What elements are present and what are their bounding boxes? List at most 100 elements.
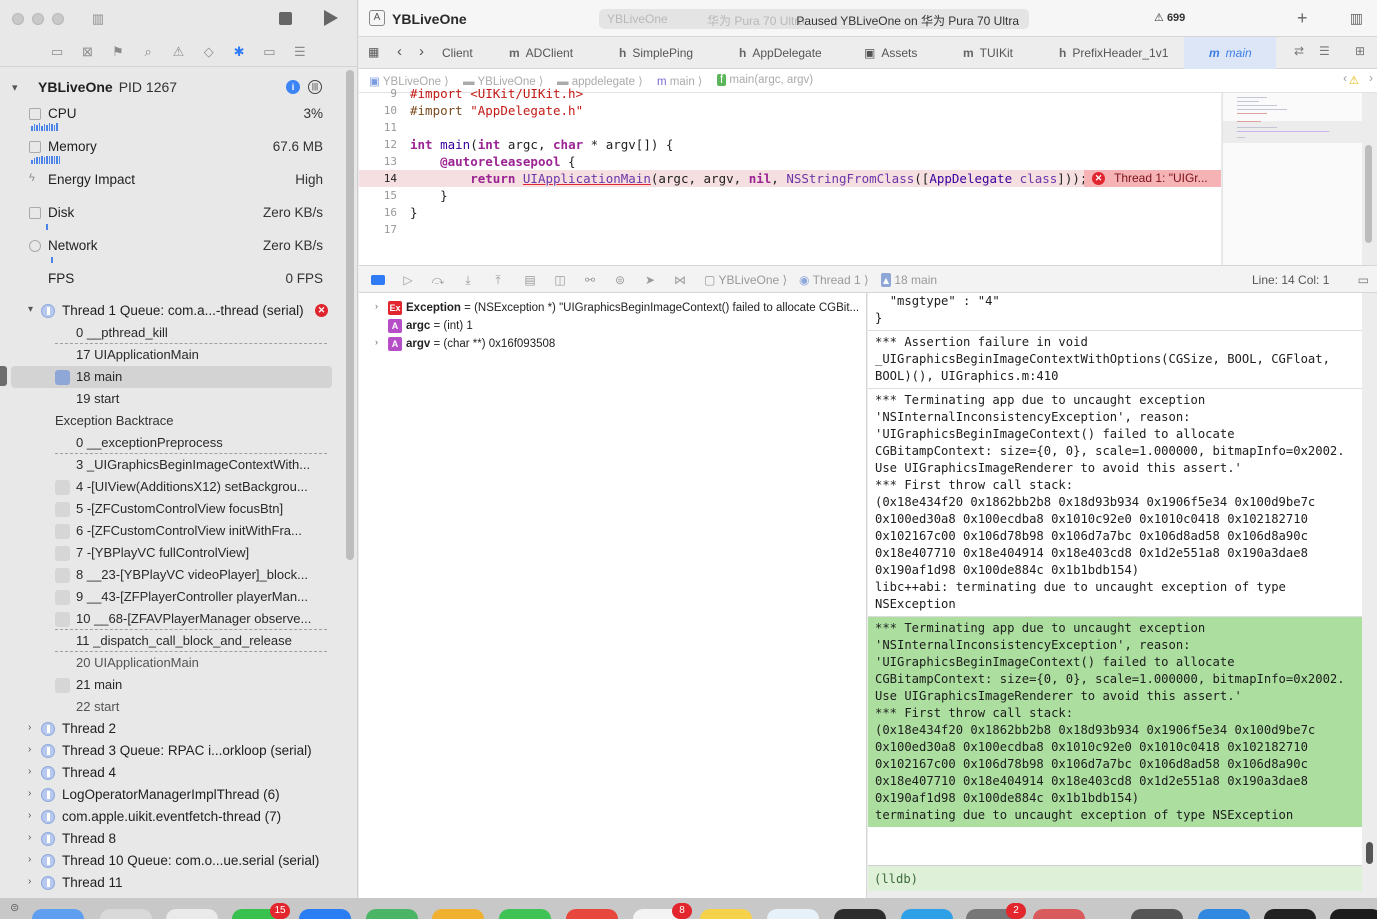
editor-options-icon[interactable]: ☰ xyxy=(1319,44,1330,58)
terminal-dock-icon[interactable] xyxy=(834,909,886,919)
console-output[interactable]: "msgtype" : "4" } *** Assertion failure … xyxy=(868,293,1362,865)
tab-prefixheader[interactable]: h PrefixHeader_1v1 xyxy=(1059,46,1168,60)
stack-frame-selected[interactable]: 18 main xyxy=(0,366,344,388)
app-dock-icon[interactable] xyxy=(1330,909,1377,919)
thread-row-1[interactable]: ▾ Thread 1 Queue: com.a...-thread (seria… xyxy=(0,300,344,322)
continue-icon[interactable]: ▷ xyxy=(401,273,415,287)
thread-row[interactable]: › LogOperatorManagerImplThread (6) xyxy=(0,784,344,806)
thread-row[interactable]: › Thread 10 Queue: com.o...ue.serial (ser… xyxy=(0,850,344,872)
mail-dock-icon[interactable] xyxy=(299,909,351,919)
disclosure-open-icon[interactable]: ▾ xyxy=(12,81,24,94)
scheme-device[interactable]: 华为 Pura 70 Ultra xyxy=(707,12,805,29)
minimap[interactable] xyxy=(1222,93,1362,265)
debug-crumb-thread[interactable]: ◉ Thread 1 ⟩ xyxy=(799,273,869,287)
stack-frame[interactable]: 11 _dispatch_call_block_and_release xyxy=(0,630,344,652)
zoom-window-button[interactable] xyxy=(52,12,64,25)
disclosure-closed-icon[interactable]: › xyxy=(28,722,31,733)
thread-row[interactable]: › Thread 8 xyxy=(0,828,344,850)
process-row[interactable]: ▾ YBLiveOne PID 1267 i ||| xyxy=(0,72,344,102)
step-into-icon[interactable]: ⤓ xyxy=(461,273,475,287)
tab-adclient[interactable]: m ADClient xyxy=(509,46,573,60)
tab-appdelegate[interactable]: h AppDelegate xyxy=(739,46,822,60)
breakpoints-toggle-icon[interactable] xyxy=(371,275,385,285)
step-out-icon[interactable]: ⤒ xyxy=(491,273,505,287)
finder-dock-icon[interactable] xyxy=(32,909,84,919)
error-annotation[interactable]: ✕ Thread 1: "UIGr... xyxy=(1084,170,1221,187)
issue-warning-icon[interactable]: ⚠ xyxy=(170,44,186,60)
freeform-dock-icon[interactable] xyxy=(767,909,819,919)
stack-frame[interactable]: 19 start xyxy=(0,388,344,410)
stack-frame[interactable]: 20 UIApplicationMain xyxy=(0,652,344,674)
maps-dock-icon[interactable] xyxy=(366,909,418,919)
split-editor-icon[interactable]: ⊞ xyxy=(1355,44,1365,58)
info-icon[interactable]: i xyxy=(286,80,300,94)
run-button[interactable] xyxy=(324,10,338,26)
disclosure-closed-icon[interactable]: › xyxy=(28,766,31,777)
warning-count[interactable]: ⚠ 699 xyxy=(1154,11,1185,24)
process-options-icon[interactable]: ||| xyxy=(308,80,322,94)
source-editor[interactable]: 9 #import <UIKit/UIKit.h> 10 #import "AppD… xyxy=(359,86,1221,265)
instruments-icon[interactable]: ⋈ xyxy=(673,273,687,287)
disclosure-closed-icon[interactable]: › xyxy=(28,832,31,843)
stack-frame[interactable]: 22 start xyxy=(0,696,344,718)
thread-row[interactable]: › Thread 2 xyxy=(0,718,344,740)
disclosure-closed-icon[interactable]: › xyxy=(28,876,31,887)
issue-warning-icon[interactable]: ⚠ xyxy=(1349,73,1359,87)
filter-icon[interactable]: ⊜ xyxy=(10,901,19,914)
inspector-toggle-icon[interactable]: ▥ xyxy=(1350,10,1363,27)
test-diamond-icon[interactable]: ◇ xyxy=(201,44,217,60)
safari-dock-icon[interactable] xyxy=(166,909,218,919)
disclosure-closed-icon[interactable]: › xyxy=(28,810,31,821)
stack-frame[interactable]: 0 __pthread_kill xyxy=(0,322,344,344)
source-control-icon[interactable]: ⊠ xyxy=(79,44,95,60)
forward-icon[interactable]: › xyxy=(419,43,424,60)
grid-icon[interactable]: ▦ xyxy=(368,45,379,59)
location-arrow-icon[interactable]: ➤ xyxy=(643,273,657,287)
tab-simpleping[interactable]: h SimplePing xyxy=(619,46,693,60)
step-over-icon[interactable]: ⤼ xyxy=(431,273,445,287)
environment-overrides-icon[interactable]: ⚯ xyxy=(583,273,597,287)
editor-scrollbar[interactable] xyxy=(1365,145,1372,243)
bookmark-icon[interactable]: ⚑ xyxy=(110,44,126,60)
disclosure-closed-icon[interactable]: › xyxy=(28,854,31,865)
hide-debug-area-icon[interactable]: ▭ xyxy=(1358,273,1369,287)
avatar-dock-icon[interactable] xyxy=(1131,909,1183,919)
stack-frame[interactable]: 5 -[ZFCustomControlView focusBtn] xyxy=(0,498,344,520)
close-window-button[interactable] xyxy=(12,12,24,25)
variables-view[interactable]: › Ex Exception = (NSException *) "UIGrap… xyxy=(359,293,867,898)
app-dock-icon[interactable] xyxy=(1264,909,1316,919)
stack-frame[interactable]: 17 UIApplicationMain xyxy=(0,344,344,366)
stack-frame[interactable]: 8 __23-[YBPlayVC videoPlayer]_block... xyxy=(0,564,344,586)
gauge-cpu[interactable]: CPU 3% xyxy=(0,102,344,135)
issue-nav-prev-icon[interactable]: ‹ xyxy=(1343,73,1347,85)
facetime-dock-icon[interactable] xyxy=(499,909,551,919)
tab-assets[interactable]: ▣ Assets xyxy=(864,46,917,60)
lldb-prompt-input[interactable]: (lldb) xyxy=(868,865,1362,891)
search-icon[interactable]: ⌕ xyxy=(140,44,156,60)
add-icon[interactable]: + xyxy=(1297,8,1308,29)
gauge-energy[interactable]: ϟ Energy Impact High xyxy=(0,168,344,201)
stop-button[interactable] xyxy=(279,12,292,25)
appstore-dock-icon[interactable] xyxy=(901,909,953,919)
debug-navigator-icon[interactable]: ✱ xyxy=(231,44,247,60)
scheme-target[interactable]: YBLiveOne xyxy=(607,12,668,26)
view-hierarchy-icon[interactable]: ▤ xyxy=(523,273,537,287)
disclosure-closed-icon[interactable]: › xyxy=(375,301,378,311)
gauge-fps[interactable]: FPS 0 FPS xyxy=(0,267,344,300)
stack-frame[interactable]: 6 -[ZFCustomControlView initWithFra... xyxy=(0,520,344,542)
back-icon[interactable]: ‹ xyxy=(397,43,402,60)
report-icon[interactable]: ☰ xyxy=(292,44,308,60)
navigator-scrollbar[interactable] xyxy=(346,70,354,560)
tab-client[interactable]: Client xyxy=(436,46,473,60)
tab-main[interactable]: m main xyxy=(1209,46,1252,60)
notes-dock-icon[interactable] xyxy=(700,909,752,919)
console-scrollbar[interactable] xyxy=(1366,842,1373,864)
stack-frame[interactable]: 7 -[YBPlayVC fullControlView] xyxy=(0,542,344,564)
breakpoint-icon[interactable]: ▭ xyxy=(261,44,277,60)
minimize-window-button[interactable] xyxy=(32,12,44,25)
calendar-dock-icon[interactable] xyxy=(566,909,618,919)
tab-tuikit[interactable]: m TUIKit xyxy=(963,46,1013,60)
stack-frame[interactable]: 0 __exceptionPreprocess xyxy=(0,432,344,454)
scheme-selector[interactable]: YBLiveOne 华为 Pura 70 Ultra Paused YBLive… xyxy=(599,9,1029,29)
disclosure-open-icon[interactable]: ▾ xyxy=(28,304,33,315)
